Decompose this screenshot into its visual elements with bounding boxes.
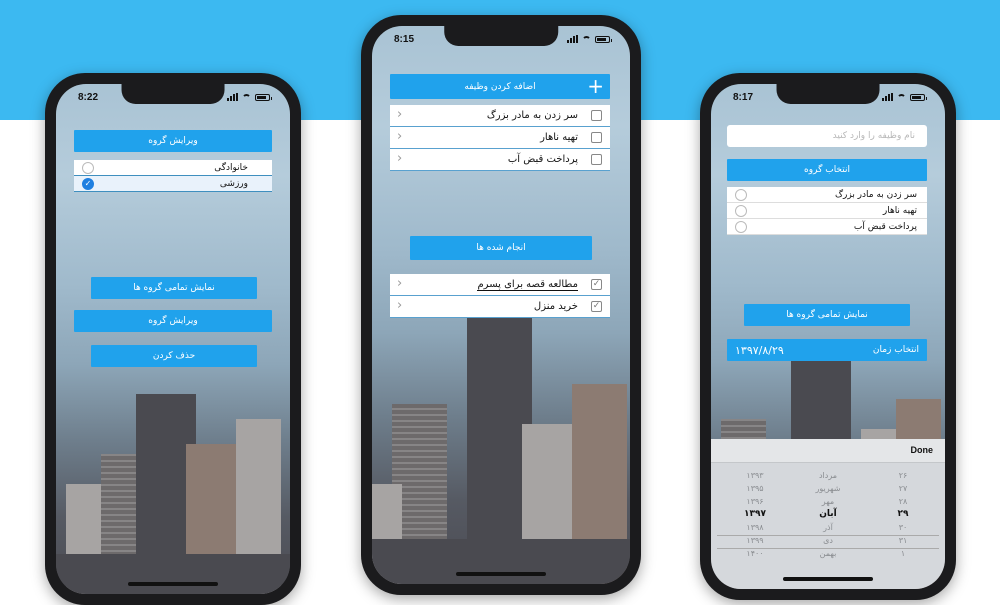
checkbox-checked-icon[interactable]: ✓ [591,301,602,312]
task-label: پرداخت قبض آب [507,154,578,165]
task-label: سر زدن به مادر بزرگ [486,110,578,121]
task-label: مطالعه قصه برای پسرم [477,278,578,291]
select-time-label: انتخاب زمان [872,345,919,355]
signal-icon [567,35,578,43]
phone-left: 8:22 ویرایش گروه خانوادگی ورزشی ✓ نمایش … [45,73,301,605]
completed-tasks-button[interactable]: انجام شده ها [410,236,592,260]
group-label: ورزشی [219,178,248,189]
group-choice-row[interactable]: تهیه ناهار [727,203,927,219]
chevron-left-icon: ‹ [397,107,403,122]
picker-columns[interactable]: ۲۶ ۲۷ ۲۸ ۲۹ ۳۰ ۳۱ ۱ مرداد شهریور مهر آبا… [711,469,945,579]
picker-column-month[interactable]: مرداد شهریور مهر آبان آذر دی بهمن [798,469,858,560]
battery-icon [910,93,927,101]
date-picker[interactable]: Done ۲۶ ۲۷ ۲۸ ۲۹ ۳۰ ۳۱ ۱ مرداد شهریور مه… [711,439,945,589]
choice-label: تهیه ناهار [882,205,917,216]
radio-unchecked-icon[interactable] [735,221,747,233]
task-row[interactable]: تهیه ناهار ‹ [390,127,610,149]
status-time: 8:17 [733,92,754,103]
picker-column-year[interactable]: ۱۳۹۳ ۱۳۹۵ ۱۳۹۶ ۱۳۹۷ ۱۳۹۸ ۱۳۹۹ ۱۴۰۰ [725,469,785,560]
date-value: ۱۳۹۷/۸/۲۹ [735,343,784,357]
radio-unchecked-icon[interactable] [82,162,94,174]
group-choice-row[interactable]: سر زدن به مادر بزرگ [727,187,927,203]
picker-toolbar: Done [711,439,945,463]
wifi-icon [582,35,591,43]
done-button[interactable]: Done [911,445,934,455]
checkmark-icon[interactable]: ✓ [82,178,94,190]
checkbox-icon[interactable] [591,132,602,143]
edit-group-header-button[interactable]: ویرایش گروه [74,130,272,152]
notch [121,84,225,104]
phone-middle-screen: 8:15 اضافه کردن وظیفه + سر زدن به مادر ب… [372,26,630,584]
delete-button[interactable]: حذف کردن [91,345,257,367]
home-indicator [456,572,546,576]
signal-icon [882,93,893,101]
task-list: سر زدن به مادر بزرگ ‹ تهیه ناهار ‹ پرداخ… [390,105,610,171]
edit-group-button[interactable]: ویرایش گروه [74,310,272,332]
task-label: تهیه ناهار [540,132,578,143]
chevron-left-icon: ‹ [397,151,403,166]
chevron-left-icon: ‹ [397,129,403,144]
checkbox-checked-icon[interactable]: ✓ [591,279,602,290]
group-row-family[interactable]: خانوادگی [74,160,272,176]
checkbox-icon[interactable] [591,154,602,165]
phone-right-screen: 8:17 نام وظیفه را وارد کنید انتخاب گروه … [711,84,945,589]
group-list: خانوادگی ورزشی ✓ [74,160,272,192]
completed-task-list: ✓ مطالعه قصه برای پسرم ‹ ✓ خرید منزل ‹ [390,274,610,318]
phone-right: 8:17 نام وظیفه را وارد کنید انتخاب گروه … [700,73,956,600]
status-icons [567,35,612,43]
add-task-button[interactable]: اضافه کردن وظیفه + [390,74,610,99]
wifi-icon [242,93,251,101]
chevron-left-icon: ‹ [397,276,403,291]
home-indicator [783,577,873,581]
status-time: 8:15 [394,34,415,45]
picker-column-day[interactable]: ۲۶ ۲۷ ۲۸ ۲۹ ۳۰ ۳۱ ۱ [873,469,933,560]
choice-label: پرداخت قبض آب [853,221,917,232]
wifi-icon [897,93,906,101]
task-name-input[interactable]: نام وظیفه را وارد کنید [727,125,927,147]
show-all-groups-button[interactable]: نمایش تمامی گروه ها [744,304,910,326]
select-time-button[interactable]: انتخاب زمان ۱۳۹۷/۸/۲۹ [727,339,927,361]
battery-icon [255,93,272,101]
plus-icon: + [587,74,604,98]
task-row[interactable]: پرداخت قبض آب ‹ [390,149,610,171]
completed-task-row[interactable]: ✓ خرید منزل ‹ [390,296,610,318]
task-label: خرید منزل [533,301,578,312]
home-indicator [128,582,218,586]
notch [444,26,558,46]
add-task-label: اضافه کردن وظیفه [464,81,536,92]
notch [776,84,880,104]
status-icons [227,93,272,101]
phone-left-screen: 8:22 ویرایش گروه خانوادگی ورزشی ✓ نمایش … [56,84,290,594]
group-choice-list: سر زدن به مادر بزرگ تهیه ناهار پرداخت قب… [727,187,927,235]
choice-label: سر زدن به مادر بزرگ [834,189,917,200]
group-row-sports[interactable]: ورزشی ✓ [74,176,272,192]
show-all-groups-button[interactable]: نمایش تمامی گروه ها [91,277,257,299]
radio-unchecked-icon[interactable] [735,189,747,201]
chevron-left-icon: ‹ [397,298,403,313]
status-time: 8:22 [78,92,99,103]
task-row[interactable]: سر زدن به مادر بزرگ ‹ [390,105,610,127]
battery-icon [595,35,612,43]
signal-icon [227,93,238,101]
status-icons [882,93,927,101]
radio-unchecked-icon[interactable] [735,205,747,217]
phone-middle: 8:15 اضافه کردن وظیفه + سر زدن به مادر ب… [361,15,641,595]
checkbox-icon[interactable] [591,110,602,121]
group-label: خانوادگی [214,162,248,173]
completed-task-row[interactable]: ✓ مطالعه قصه برای پسرم ‹ [390,274,610,296]
select-group-button[interactable]: انتخاب گروه [727,159,927,181]
group-choice-row[interactable]: پرداخت قبض آب [727,219,927,235]
